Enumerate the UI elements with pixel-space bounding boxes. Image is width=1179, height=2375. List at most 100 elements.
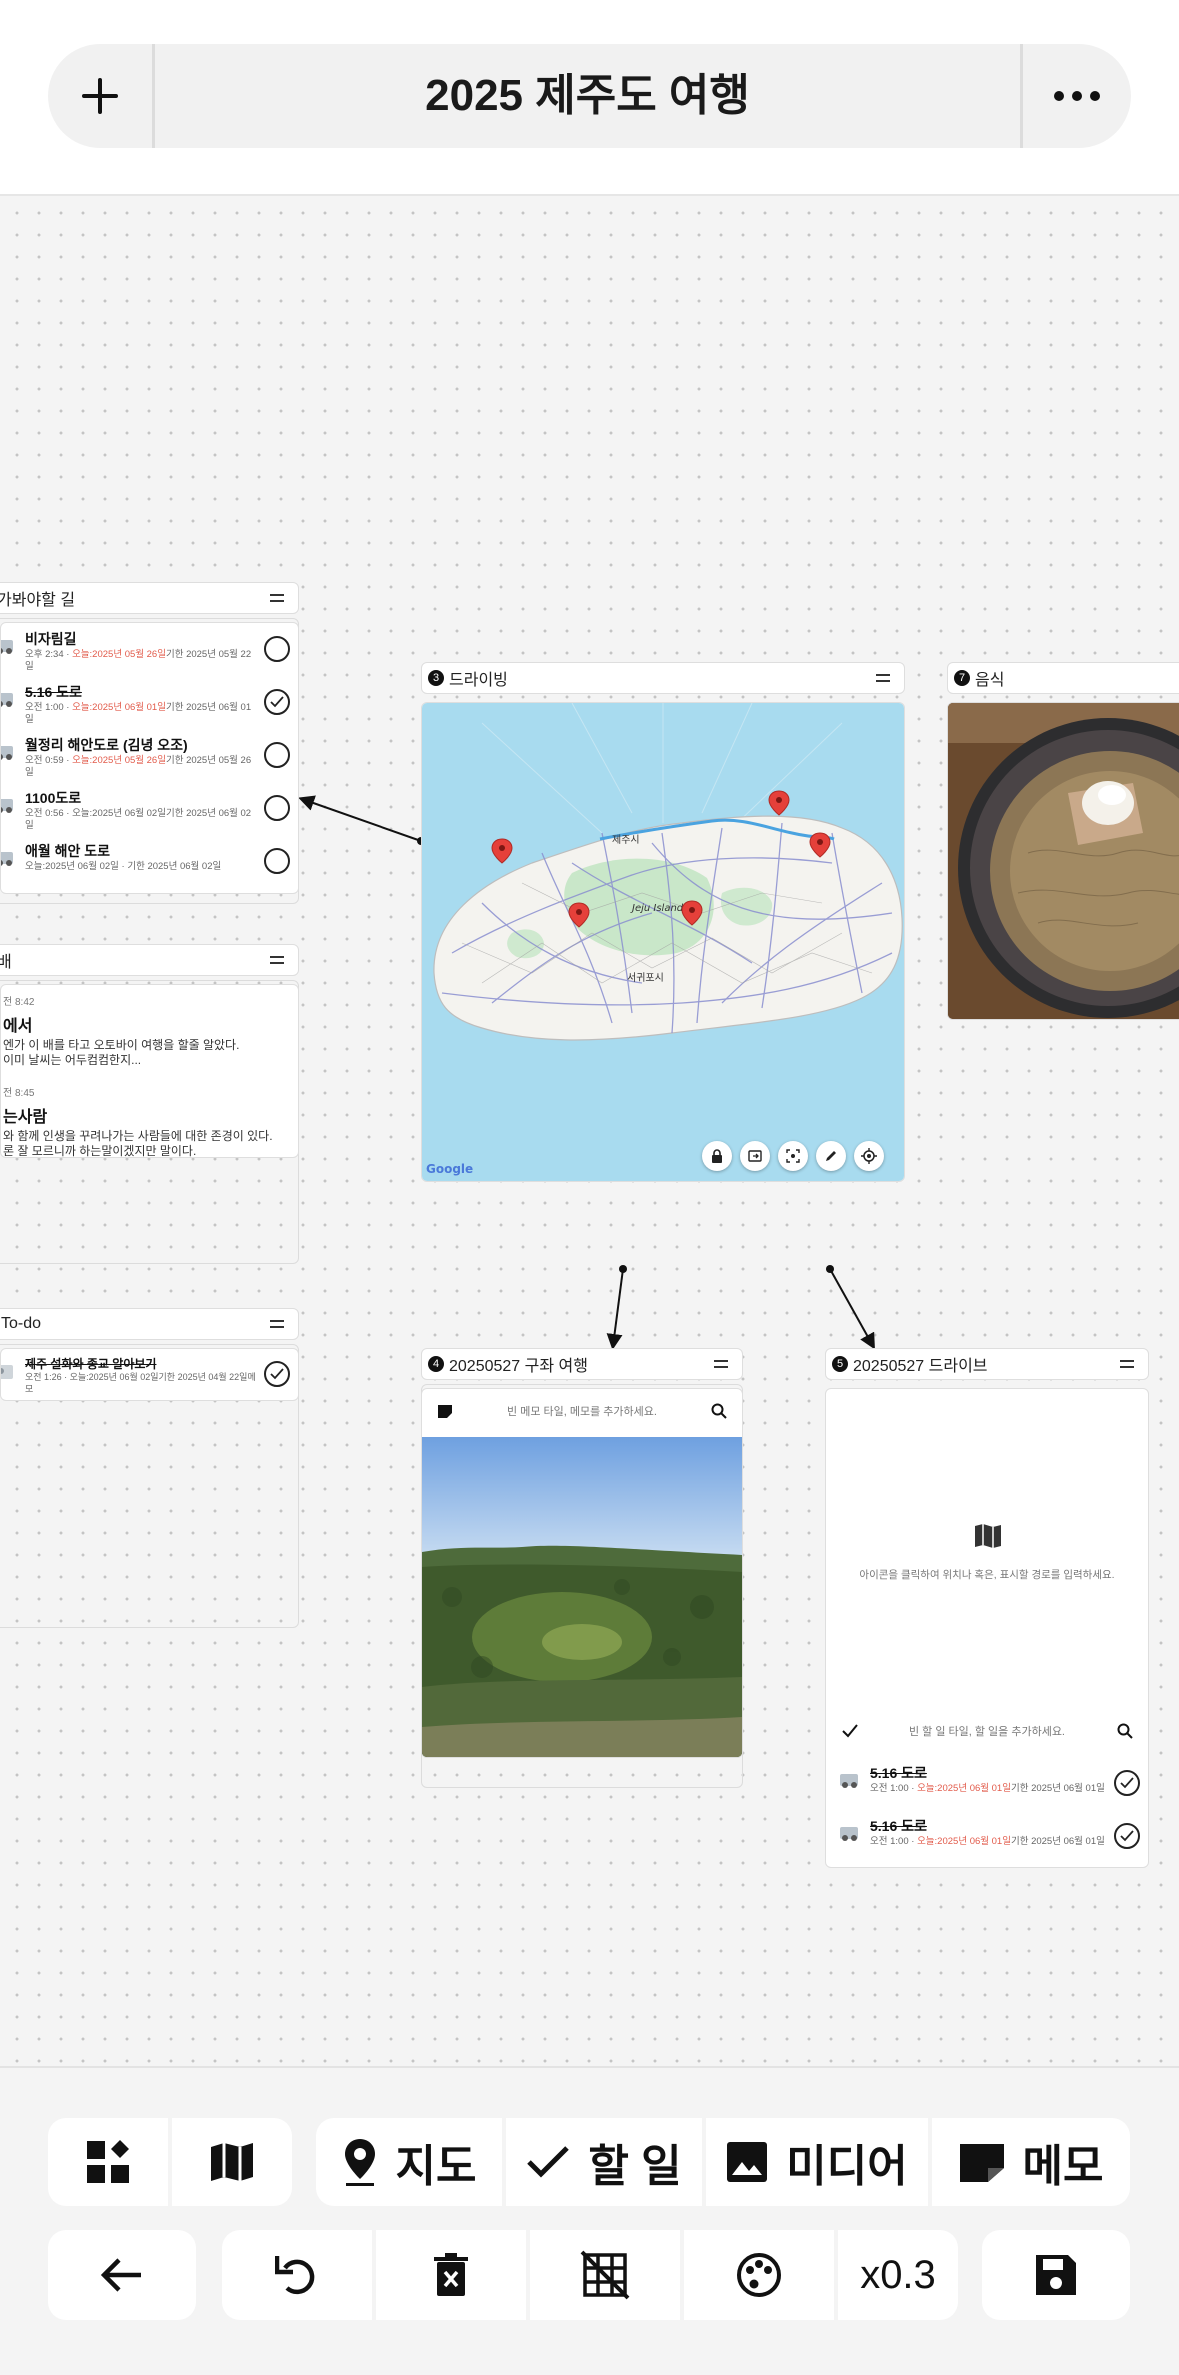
todo-meta: 오전 1:00 · 오늘:2025년 06월 01일기한 2025년 06월 0… [25, 702, 252, 725]
map-edit-button[interactable] [816, 1141, 846, 1171]
todo-bar[interactable]: 빈 할 일 타일, 할 일을 추가하세요. [826, 1709, 1148, 1753]
memo-text: 와 함께 인생을 꾸려나가는 사람들에 대한 존경이 있다. 론 잘 모르니까 하… [3, 1129, 273, 1158]
driving-card-header[interactable]: 3 드라이빙 [421, 662, 905, 694]
connector-driving-tour [606, 1268, 624, 1350]
drag-handle-icon[interactable] [270, 594, 284, 602]
map-locate-button[interactable] [854, 1141, 884, 1171]
todo-checkbox[interactable] [264, 742, 290, 768]
map-label: 지도 [395, 2142, 477, 2191]
boat-card-header[interactable]: 배 [0, 944, 299, 976]
board-canvas[interactable]: 가봐야할 길 비자림길 오후 2:34 · 오늘:2025년 05월 26일기한 … [0, 196, 1179, 2066]
add-button[interactable] [48, 44, 152, 148]
todo-checkbox[interactable] [264, 689, 290, 715]
card-number-badge: 5 [832, 1356, 848, 1372]
check-icon [842, 1724, 858, 1738]
delete-button[interactable] [376, 2230, 526, 2320]
grid-off-button[interactable] [530, 2230, 680, 2320]
card-number-badge: 3 [428, 670, 444, 686]
todo-item[interactable]: 월정리 해안도로 (김녕 오조) 오전 0:59 · 오늘:2025년 05월 2… [1, 729, 298, 782]
todo-checkbox[interactable] [1114, 1770, 1140, 1796]
check-icon [270, 696, 284, 708]
drag-handle-icon[interactable] [1120, 1360, 1134, 1368]
todo-item[interactable]: 5.16 도로 오전 1:00 · 오늘:2025년 06월 01일기한 2025… [836, 1757, 1148, 1810]
search-icon[interactable] [1116, 1722, 1134, 1740]
map-view[interactable]: 제주시 Jeju Island 서귀포시 Google [421, 702, 905, 1182]
export-icon [748, 1150, 762, 1162]
drag-handle-icon[interactable] [876, 674, 890, 682]
todo-item[interactable]: 제주 설화와 종교 알아보기 오전 1:26 · 오늘:2025년 06월 02… [1, 1349, 298, 1400]
jeju-map[interactable]: 제주시 Jeju Island 서귀포시 Google [422, 703, 904, 1181]
search-icon[interactable] [710, 1402, 728, 1420]
grid-off-icon [580, 2250, 630, 2300]
memo-item[interactable]: 전 8:45 는사람 와 함께 인생을 꾸려나가는 사람들에 대한 존경이 있다… [1, 1084, 298, 1158]
todo-card[interactable]: To-do 제주 설화와 종교 알아보기 오전 1:26 · 오늘:2025년 … [0, 1308, 299, 1628]
save-button[interactable] [982, 2230, 1130, 2320]
todo-checkbox[interactable] [264, 795, 290, 821]
drag-handle-icon[interactable] [270, 956, 284, 964]
food-card-header[interactable]: 7 음식 [947, 662, 1179, 694]
map-lock-button[interactable] [702, 1141, 732, 1171]
memo-item[interactable]: 전 8:42 에서 엔가 이 배를 타고 오토바이 여행을 할줄 알았다. 이미 … [1, 993, 298, 1068]
food-card[interactable]: 7 음식 [947, 662, 1179, 1022]
thumbnail-icon [1, 1365, 13, 1379]
widgets-icon [87, 2140, 129, 2183]
map-view-button[interactable] [172, 2118, 292, 2206]
add-todo-button[interactable]: 할 일 [506, 2118, 702, 2206]
drive-card-header[interactable]: 5 20250527 드라이브 [825, 1348, 1149, 1380]
add-memo-button[interactable]: 메모 [932, 2118, 1130, 2206]
zoom-level[interactable]: x0.3 [838, 2230, 958, 2320]
rotate-left-icon [275, 2256, 315, 2295]
todo-meta: 오전 1:00 · 오늘:2025년 06월 01일기한 2025년 06월 0… [870, 1783, 1105, 1794]
todo-checkbox[interactable] [1114, 1823, 1140, 1849]
map-fit-button[interactable] [778, 1141, 808, 1171]
trash-x-icon [434, 2253, 468, 2296]
zoom-label: x0.3 [860, 2252, 936, 2297]
food-photo[interactable] [947, 702, 1179, 1020]
todo-meta: 오전 1:26 · 오늘:2025년 06월 02일기한 2025년 04월 2… [25, 1372, 256, 1394]
map-icon [211, 2143, 253, 2181]
memo-time: 전 8:42 [3, 997, 35, 1008]
todo-checkbox[interactable] [264, 636, 290, 662]
driving-card-title: 드라이빙 [449, 672, 508, 689]
check-icon [1120, 1777, 1134, 1789]
tour-card[interactable]: 4 20250527 구좌 여행 빈 메모 타일, 메모를 추가하세요. [421, 1348, 743, 1788]
todo-checkbox[interactable] [264, 848, 290, 874]
map-label-seogwipo: 서귀포시 [627, 972, 664, 984]
boat-card[interactable]: 배 전 8:42 에서 엔가 이 배를 타고 오토바이 여행을 할줄 알았다. 이… [0, 944, 299, 1264]
driving-card[interactable]: 3 드라이빙 제주시 Jeju Island 서귀포시 Google [421, 662, 905, 1182]
todo-checkbox[interactable] [264, 1361, 290, 1387]
map-export-button[interactable] [740, 1141, 770, 1171]
noodle-bowl-image [948, 703, 1179, 1019]
memo-title: 에서 [3, 1018, 33, 1035]
undo-button[interactable] [222, 2230, 372, 2320]
drive-card[interactable]: 5 20250527 드라이브 아이콘을 클릭하여 위치나 혹은, 표시할 경로… [825, 1348, 1149, 1868]
back-button[interactable] [48, 2230, 196, 2320]
drag-handle-icon[interactable] [714, 1360, 728, 1368]
memo-title: 는사람 [3, 1109, 48, 1126]
todo-item[interactable]: 5.16 도로 오전 1:00 · 오늘:2025년 06월 01일기한 2025… [1, 676, 298, 729]
add-media-button[interactable]: 미디어 [706, 2118, 928, 2206]
memo-time: 전 8:45 [3, 1088, 35, 1099]
check-icon [1120, 1830, 1134, 1842]
page-title[interactable]: 2025 제주도 여행 [155, 44, 1020, 148]
todo-title: 5.16 도로 [870, 1818, 927, 1834]
add-map-button[interactable]: 지도 [316, 2118, 502, 2206]
memo-placeholder: 빈 메모 타일, 메모를 추가하세요. [507, 1406, 657, 1418]
image-icon [727, 2142, 768, 2182]
map-icon[interactable] [974, 1523, 1002, 1549]
widgets-button[interactable] [48, 2118, 168, 2206]
todo-card-header[interactable]: To-do [0, 1308, 299, 1340]
thumbnail-icon [1, 746, 13, 760]
drag-handle-icon[interactable] [270, 1320, 284, 1328]
roads-card-header[interactable]: 가봐야할 길 [0, 582, 299, 614]
more-button[interactable] [1023, 44, 1131, 148]
landscape-photo[interactable] [422, 1437, 742, 1757]
todo-item[interactable]: 5.16 도로 오전 1:00 · 오늘:2025년 06월 01일기한 2025… [836, 1810, 1148, 1863]
roads-card[interactable]: 가봐야할 길 비자림길 오후 2:34 · 오늘:2025년 05월 26일기한 … [0, 582, 299, 904]
memo-bar[interactable]: 빈 메모 타일, 메모를 추가하세요. [422, 1389, 742, 1433]
todo-item[interactable]: 1100도로 오전 0:56 · 오늘:2025년 06월 02일기한 2025년… [1, 782, 298, 835]
todo-item[interactable]: 비자림길 오후 2:34 · 오늘:2025년 05월 26일기한 2025년 0… [1, 623, 298, 676]
tour-card-header[interactable]: 4 20250527 구좌 여행 [421, 1348, 743, 1380]
todo-item[interactable]: 애월 해안 도로 오늘:2025년 06월 02일 · 기한 2025년 06월 … [1, 835, 298, 888]
palette-button[interactable] [684, 2230, 834, 2320]
